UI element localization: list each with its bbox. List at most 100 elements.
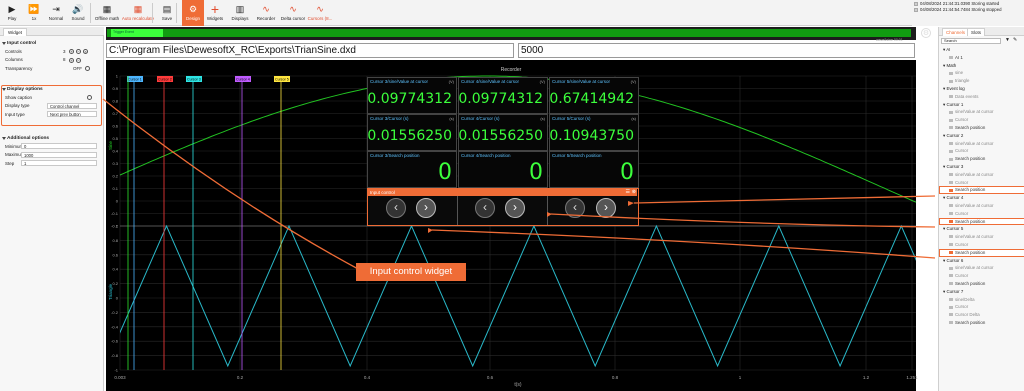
settings-icon[interactable]: ✎ — [1013, 37, 1017, 43]
section-title[interactable]: Input control — [1, 40, 102, 47]
sound-button[interactable]: 🔊 Sound — [70, 0, 86, 26]
tree-group[interactable]: ▾ Math — [939, 62, 1024, 70]
increment-icon[interactable]: + — [69, 57, 74, 63]
digital-meter[interactable]: Cursor 4/Cursor (s) (s) 0.01556250 — [458, 114, 548, 151]
tab-widget[interactable]: Widget — [3, 28, 28, 36]
tab-slots[interactable]: Slots — [967, 28, 986, 36]
tree-item[interactable]: AI 1 — [939, 54, 1024, 62]
tree-group[interactable]: ▾ Cursor 7 — [939, 288, 1024, 296]
tree-item[interactable]: Search position — [939, 186, 1024, 195]
tree-item[interactable]: triangle — [939, 77, 1024, 85]
widgets-button[interactable]: + Widgets — [205, 0, 225, 26]
tree-label: AI 1 — [955, 54, 963, 60]
overview-selection[interactable]: Trigger Event — [111, 29, 163, 37]
tree-item[interactable]: Data events — [939, 93, 1024, 101]
digital-meter[interactable]: Cursor 3/Cursor (s) (s) 0.01556250 — [367, 114, 457, 151]
transparency-toggle[interactable]: OFF — [73, 66, 82, 71]
meter-unit: (V) — [539, 79, 545, 84]
tree-label: Cursor 1 — [946, 101, 964, 107]
tree-group[interactable]: ▾ Cursor 3 — [939, 163, 1024, 171]
meter-unit: (V) — [448, 79, 454, 84]
design-button[interactable]: ⚙ Design — [182, 0, 204, 26]
overview-bar[interactable] — [107, 29, 911, 37]
tree-item[interactable]: Search position — [939, 217, 1024, 226]
tree-item[interactable]: sine/Value at cursor — [939, 233, 1024, 241]
tree-item[interactable]: Cursor Delta — [939, 311, 1024, 319]
delta-cursor-button[interactable]: ∿ Delta cursor — [281, 0, 305, 26]
tree-item[interactable]: Cursor — [939, 116, 1024, 124]
file-path-field[interactable]: C:\Program Files\DewesoftX_RC\Exports\Tr… — [106, 43, 514, 58]
step-input[interactable]: 1 — [21, 160, 97, 167]
tree-item[interactable]: Cursor — [939, 303, 1024, 311]
tree-item[interactable]: Search position — [939, 155, 1024, 163]
decrement-icon[interactable]: − — [76, 57, 81, 63]
tree-item[interactable]: Cursor — [939, 241, 1024, 249]
section-title[interactable]: Additional options — [1, 135, 102, 142]
delta-cursor-icon: ∿ — [289, 4, 297, 14]
tree-item[interactable]: Search position — [939, 248, 1024, 257]
tree-item[interactable]: sine/Value at cursor — [939, 264, 1024, 272]
tree-item[interactable]: sine/Value at cursor — [939, 108, 1024, 116]
tree-label: Cursor 5 — [946, 226, 964, 232]
tree-item[interactable]: Search position — [939, 319, 1024, 327]
tree-item[interactable]: Cursor — [939, 179, 1024, 187]
tree-item[interactable]: Cursor — [939, 210, 1024, 218]
digital-meter[interactable]: Cursor 4/Search position 0 — [458, 151, 548, 188]
tree-group[interactable]: ▾ Cursor 2 — [939, 132, 1024, 140]
tree-item[interactable]: Search position — [939, 124, 1024, 132]
toolbar-label: Save — [161, 16, 173, 21]
digital-meter[interactable]: Cursor 5/sine/Value at cursor (V) 0.674149… — [549, 77, 639, 114]
digital-meter[interactable]: Cursor 3/Search position 0 — [367, 151, 457, 188]
search-input[interactable]: Search — [941, 38, 1001, 44]
offline-math-button[interactable]: ▦ Offline math — [95, 0, 119, 26]
digital-meter[interactable]: Cursor 5/Cursor (s) (s) 0.10943750 — [549, 114, 639, 151]
minimum-input[interactable]: 0 — [21, 143, 97, 150]
settings-icon[interactable]: ⚙ — [921, 28, 931, 38]
menu-icon[interactable]: ☰ — [626, 189, 630, 195]
play-button[interactable]: ▶ Play — [4, 0, 20, 26]
filter-icon[interactable]: ▼ — [1005, 37, 1010, 43]
digital-meter[interactable]: Cursor 4/sine/Value at cursor (V) 0.097743… — [458, 77, 548, 114]
number-field[interactable]: 5000 — [518, 43, 915, 58]
close-icon[interactable]: ⊗ — [632, 189, 636, 195]
maximum-input[interactable]: 1000 — [21, 151, 97, 158]
tree-group[interactable]: ▾ AI — [939, 46, 1024, 54]
tree-item[interactable]: sine/Value at cursor — [939, 202, 1024, 210]
decrement-icon[interactable]: − — [76, 49, 81, 54]
meter-title: Cursor 3/sine/Value at cursor — [370, 79, 428, 84]
channel-icon — [949, 173, 953, 177]
next-button[interactable]: › — [505, 198, 525, 218]
displays-button[interactable]: ▥ Displays — [228, 0, 252, 26]
tree-group[interactable]: ▾ Cursor 1 — [939, 101, 1024, 109]
delete-icon[interactable]: × — [83, 49, 88, 54]
tree-item[interactable]: Cursor — [939, 272, 1024, 280]
tree-group[interactable]: ▾ Cursor 6 — [939, 257, 1024, 265]
tree-item[interactable]: sine/Delta — [939, 296, 1024, 304]
toggle-icon[interactable] — [85, 66, 90, 71]
increment-icon[interactable]: + — [69, 49, 74, 54]
prev-button[interactable]: ‹ — [386, 198, 406, 218]
toolbar-label: Offline math — [94, 16, 120, 21]
digital-meter[interactable]: Cursor 3/sine/Value at cursor (V) 0.097743… — [367, 77, 457, 114]
tree-group[interactable]: ▾ Cursor 4 — [939, 194, 1024, 202]
digital-meter[interactable]: Cursor 5/Search position 0 — [549, 151, 639, 188]
normal-button[interactable]: ⇥ Normal — [48, 0, 64, 26]
tree-group[interactable]: ▾ Event log — [939, 85, 1024, 93]
prev-button[interactable]: ‹ — [475, 198, 495, 218]
tab-channels[interactable]: Channels — [942, 28, 970, 36]
tree-item[interactable]: sine — [939, 69, 1024, 77]
tree-item[interactable]: sine/Value at cursor — [939, 140, 1024, 148]
tree-item[interactable]: Cursor — [939, 147, 1024, 155]
cursors-button[interactable]: ∿ Cursors (8... — [308, 0, 333, 26]
input-control-widget[interactable]: Input control ☰ ⊗ ‹ › ‹ › ‹ › — [367, 188, 639, 226]
auto-recalculate-button[interactable]: ▦ Auto recalculate — [122, 0, 154, 26]
tree-item[interactable]: sine/Value at cursor — [939, 171, 1024, 179]
recorder-button[interactable]: ∿ Recorder — [255, 0, 277, 26]
speed-button[interactable]: ⏩ 1x — [26, 0, 42, 26]
tree-item[interactable]: Search position — [939, 280, 1024, 288]
save-button[interactable]: ▤ Save — [158, 0, 176, 26]
next-button[interactable]: › — [416, 198, 436, 218]
tree-group[interactable]: ▾ Cursor 5 — [939, 225, 1024, 233]
next-button[interactable]: › — [596, 198, 616, 218]
prev-button[interactable]: ‹ — [565, 198, 585, 218]
